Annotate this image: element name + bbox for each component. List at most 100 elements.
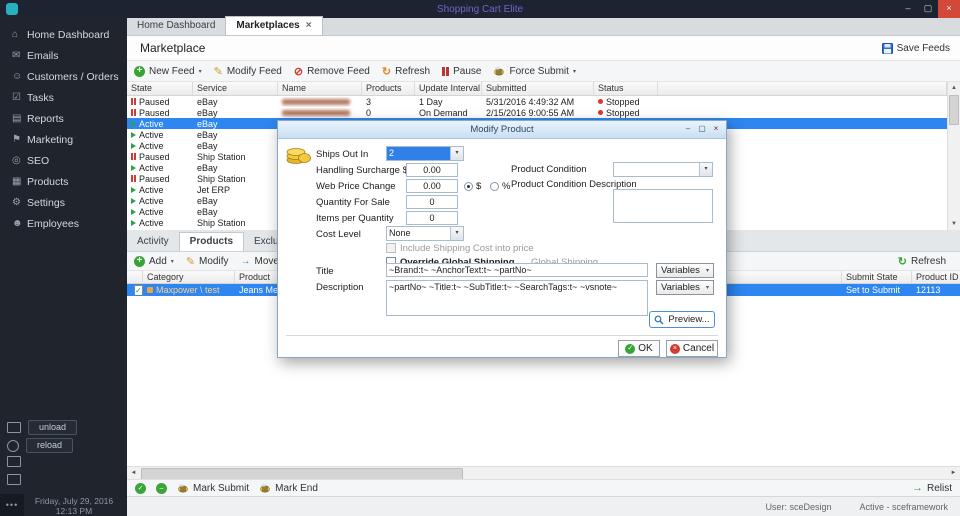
ok-button[interactable]: ✓ OK	[618, 340, 660, 357]
feed-row[interactable]: PausedeBay31 Day5/31/2016 4:49:32 AMStop…	[127, 96, 947, 107]
sidebar-item-seo[interactable]: ◎SEO	[0, 150, 127, 171]
window-close-button[interactable]: ×	[938, 0, 960, 18]
scanner-icon[interactable]	[7, 474, 21, 485]
column-header-product-id[interactable]: Product ID	[912, 271, 960, 283]
preview-button[interactable]: Preview...	[649, 311, 715, 328]
items-per-quantity-input[interactable]	[406, 211, 458, 225]
tab-activity[interactable]: Activity	[127, 233, 179, 251]
scroll-up-icon[interactable]: ▲	[948, 82, 960, 94]
new-feed-button[interactable]: + New Feed ▾	[134, 66, 202, 77]
modify-feed-button[interactable]: ✎ Modify Feed	[214, 65, 282, 78]
keypad-icon[interactable]	[7, 456, 21, 467]
title-input[interactable]	[386, 263, 648, 277]
description-variables-button[interactable]: Variables ▾	[656, 280, 714, 295]
products-horizontal-scrollbar[interactable]: ◄ ►	[127, 466, 960, 479]
unload-button[interactable]: unload	[28, 420, 77, 435]
cancel-button[interactable]: × Cancel	[666, 340, 718, 357]
play-icon	[131, 165, 136, 171]
green-check-icon[interactable]: ✓	[135, 483, 146, 494]
scrollbar-thumb[interactable]	[949, 95, 959, 125]
refresh-icon: ↻	[898, 255, 907, 268]
dialog-titlebar[interactable]: Modify Product – ▢ ×	[278, 121, 726, 139]
ships-out-in-select[interactable]: 2 ▾	[386, 146, 464, 161]
tab-home-dashboard[interactable]: Home Dashboard	[127, 17, 225, 35]
refresh-button[interactable]: ↻ Refresh	[382, 65, 430, 78]
column-header-checkbox[interactable]	[127, 271, 143, 283]
feed-service-cell: eBay	[193, 97, 278, 107]
reload-button[interactable]: reload	[26, 438, 73, 453]
mark-end-button[interactable]: Mark End	[259, 483, 318, 494]
window-titlebar[interactable]: Shopping Cart Elite – ▢ ×	[0, 0, 960, 18]
cost-level-select[interactable]: None ▾	[386, 226, 464, 241]
bottom-toolbar: ✓ – Mark Submit Mark End → Relist	[127, 479, 960, 496]
dialog-close-button[interactable]: ×	[709, 121, 723, 138]
sidebar-clock: Friday, July 29, 2016 12:13 PM	[26, 496, 122, 516]
save-feeds-button[interactable]: Save Feeds	[882, 43, 950, 54]
column-header-products[interactable]: Products	[362, 82, 415, 95]
sidebar-item-reports[interactable]: ▤Reports	[0, 108, 127, 129]
tab-marketplaces[interactable]: Marketplaces ×	[225, 16, 322, 35]
cancel-x-icon: ×	[670, 344, 680, 354]
scroll-down-icon[interactable]: ▼	[948, 218, 960, 230]
column-header-category[interactable]: Category	[143, 271, 235, 283]
sidebar-nav: ⌂Home Dashboard✉Emails☺Customers / Order…	[0, 24, 127, 234]
sidebar-item-employees[interactable]: ☻Employees	[0, 213, 127, 234]
sidebar-item-tasks[interactable]: ☑Tasks	[0, 87, 127, 108]
include-shipping-checkbox[interactable]	[386, 243, 396, 253]
sidebar-item-customers-orders[interactable]: ☺Customers / Orders	[0, 66, 127, 87]
column-header-status[interactable]: Status	[594, 82, 658, 95]
more-button[interactable]: •••	[0, 494, 24, 516]
dollar-radio[interactable]	[464, 182, 473, 191]
products-refresh-button[interactable]: ↻ Refresh	[898, 255, 946, 268]
feed-name-cell	[278, 108, 362, 118]
product-condition-select[interactable]: ▾	[613, 162, 713, 177]
green-dash-icon[interactable]: –	[156, 483, 167, 494]
handling-surcharge-input[interactable]	[406, 163, 458, 177]
column-header-submit-state[interactable]: Submit State	[842, 271, 912, 283]
column-header-state[interactable]: State	[127, 82, 193, 95]
column-header-submitted[interactable]: Submitted	[482, 82, 594, 95]
category-cell: Maxpower \ test	[156, 285, 220, 295]
refresh-label: Refresh	[395, 66, 430, 77]
window-minimize-button[interactable]: –	[898, 0, 918, 18]
preview-label: Preview...	[668, 314, 709, 325]
quantity-for-sale-input[interactable]	[406, 195, 458, 209]
title-variables-button[interactable]: Variables ▾	[656, 263, 714, 278]
sidebar-item-marketing[interactable]: ⚑Marketing	[0, 129, 127, 150]
feed-state-label: Active	[139, 207, 164, 217]
description-input[interactable]	[386, 280, 648, 316]
pause-button[interactable]: Pause	[442, 66, 481, 77]
product-condition-description-input[interactable]	[613, 189, 713, 223]
mark-submit-button[interactable]: Mark Submit	[177, 483, 249, 494]
sidebar-item-products[interactable]: ▦Products	[0, 171, 127, 192]
feed-status-label: Stopped	[606, 108, 640, 118]
page-title: Marketplace	[140, 41, 205, 55]
web-price-change-input[interactable]	[406, 179, 458, 193]
sidebar-item-settings[interactable]: ⚙Settings	[0, 192, 127, 213]
column-header-update-interval[interactable]: Update Interval	[415, 82, 482, 95]
feed-service-cell: eBay	[193, 196, 278, 206]
relist-button[interactable]: → Relist	[912, 482, 952, 494]
sidebar-item-home-dashboard[interactable]: ⌂Home Dashboard	[0, 24, 127, 45]
dialog-minimize-button[interactable]: –	[681, 121, 695, 138]
row-checkbox[interactable]: ✓	[134, 285, 143, 295]
scroll-left-icon[interactable]: ◄	[127, 467, 140, 479]
tab-products[interactable]: Products	[179, 232, 244, 251]
stopped-dot-icon	[598, 110, 603, 115]
remove-feed-button[interactable]: ⊘ Remove Feed	[294, 65, 370, 78]
column-header-service[interactable]: Service	[193, 82, 278, 95]
window-maximize-button[interactable]: ▢	[918, 0, 938, 18]
close-tab-icon[interactable]: ×	[306, 21, 312, 31]
feeds-vertical-scrollbar[interactable]: ▲ ▼	[947, 82, 960, 230]
dialog-maximize-button[interactable]: ▢	[695, 121, 709, 138]
sidebar-item-emails[interactable]: ✉Emails	[0, 45, 127, 66]
force-submit-button[interactable]: Force Submit ▾	[493, 66, 575, 77]
percent-radio[interactable]	[490, 182, 499, 191]
column-header-name[interactable]: Name	[278, 82, 362, 95]
scroll-right-icon[interactable]: ►	[947, 467, 960, 479]
modify-button[interactable]: ✎ Modify	[186, 255, 229, 268]
feed-service-cell: eBay	[193, 207, 278, 217]
feed-row[interactable]: PausedeBay0On Demand2/15/2016 9:00:55 AM…	[127, 107, 947, 118]
add-button[interactable]: + Add ▾	[134, 256, 174, 267]
relist-arrow-icon: →	[912, 482, 923, 494]
